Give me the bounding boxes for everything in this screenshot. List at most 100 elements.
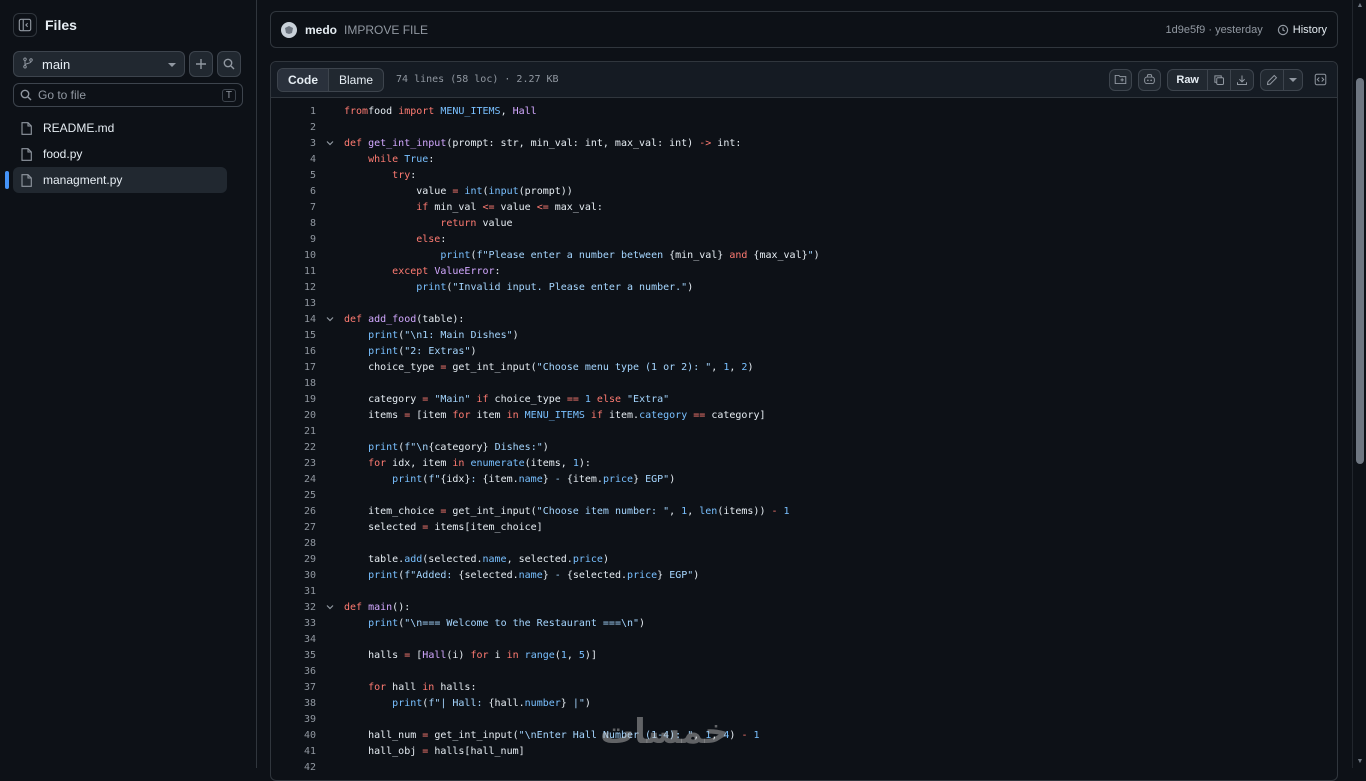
- search-icon: [223, 58, 235, 70]
- line-number[interactable]: 23: [271, 458, 316, 469]
- line-number[interactable]: 24: [271, 474, 316, 485]
- code-line: 24 print(f"{idx}: {item.name} - {item.pr…: [271, 471, 1337, 487]
- fold-chevron-icon[interactable]: [316, 315, 344, 323]
- line-number[interactable]: 31: [271, 586, 316, 597]
- raw-actions-group: Raw: [1167, 68, 1254, 91]
- line-number[interactable]: 38: [271, 698, 316, 709]
- scroll-down-icon[interactable]: ▼: [1356, 758, 1364, 766]
- line-number[interactable]: 29: [271, 554, 316, 565]
- code-token: 1: [777, 505, 790, 517]
- line-number[interactable]: 8: [271, 218, 316, 229]
- line-number[interactable]: 9: [271, 234, 316, 245]
- line-number[interactable]: 21: [271, 426, 316, 437]
- tab-blame[interactable]: Blame: [329, 69, 383, 91]
- code-token: items[item_choice]: [428, 521, 543, 533]
- history-button[interactable]: History: [1277, 24, 1327, 36]
- line-number[interactable]: 28: [271, 538, 316, 549]
- file-tree-item[interactable]: food.py: [13, 141, 227, 167]
- copy-raw-button[interactable]: [1208, 69, 1231, 90]
- fold-chevron-icon[interactable]: [316, 603, 344, 611]
- line-number[interactable]: 25: [271, 490, 316, 501]
- line-number[interactable]: 30: [271, 570, 316, 581]
- file-tree-item[interactable]: managment.py: [5, 167, 227, 193]
- code-token: for: [452, 409, 471, 421]
- avatar[interactable]: [281, 21, 297, 38]
- code-line: 12 print("Invalid input. Please enter a …: [271, 279, 1337, 295]
- download-button[interactable]: [1231, 70, 1253, 90]
- line-number[interactable]: 14: [271, 314, 316, 325]
- line-number[interactable]: 22: [271, 442, 316, 453]
- line-number[interactable]: 11: [271, 266, 316, 277]
- raw-button[interactable]: Raw: [1168, 69, 1208, 90]
- line-number[interactable]: 10: [271, 250, 316, 261]
- line-number[interactable]: 2: [271, 122, 316, 133]
- line-number[interactable]: 40: [271, 730, 316, 741]
- code-line: 37 for hall in halls:: [271, 679, 1337, 695]
- line-number[interactable]: 7: [271, 202, 316, 213]
- line-number[interactable]: 20: [271, 410, 316, 421]
- line-number[interactable]: 13: [271, 298, 316, 309]
- line-number[interactable]: 15: [271, 330, 316, 341]
- code-area: 1 fromfood import MENU_ITEMS, Hall 2 3 def g…: [271, 98, 1337, 775]
- line-number[interactable]: 34: [271, 634, 316, 645]
- line-number[interactable]: 17: [271, 362, 316, 373]
- code-token: item.: [602, 409, 640, 421]
- line-number[interactable]: 6: [271, 186, 316, 197]
- commit-meta[interactable]: 1d9e5f9 · yesterday: [1166, 24, 1263, 36]
- add-file-button[interactable]: [189, 51, 213, 77]
- line-number[interactable]: 32: [271, 602, 316, 613]
- line-number[interactable]: 39: [271, 714, 316, 725]
- code-token: "Invalid input. Please enter a number.": [452, 281, 688, 293]
- line-number[interactable]: 27: [271, 522, 316, 533]
- scrollbar-thumb[interactable]: [1356, 78, 1364, 464]
- line-source: def add_food(table):: [344, 314, 464, 325]
- code-token: ->: [699, 137, 712, 149]
- line-number[interactable]: 5: [271, 170, 316, 181]
- line-number[interactable]: 26: [271, 506, 316, 517]
- tab-code[interactable]: Code: [278, 68, 329, 91]
- code-token: [item: [410, 409, 453, 421]
- commit-message[interactable]: IMPROVE FILE: [344, 23, 428, 37]
- edit-dropdown-button[interactable]: [1284, 70, 1302, 90]
- copilot-button[interactable]: [1138, 68, 1162, 91]
- line-number[interactable]: 42: [271, 762, 316, 773]
- code-token: item_choice: [344, 505, 441, 517]
- scroll-up-icon[interactable]: ▲: [1356, 2, 1364, 10]
- line-number[interactable]: 16: [271, 346, 316, 357]
- line-number[interactable]: 4: [271, 154, 316, 165]
- line-number[interactable]: 41: [271, 746, 316, 757]
- symbols-button[interactable]: [1109, 68, 1133, 91]
- line-number[interactable]: 36: [271, 666, 316, 677]
- code-token: items: [344, 409, 405, 421]
- search-files-button[interactable]: [217, 51, 241, 77]
- code-token: )]: [584, 649, 597, 661]
- code-token: name: [482, 553, 507, 565]
- line-number[interactable]: 18: [271, 378, 316, 389]
- commit-author[interactable]: medo: [305, 23, 337, 37]
- edit-button[interactable]: [1261, 69, 1284, 90]
- code-token: try: [392, 169, 411, 181]
- line-number[interactable]: 37: [271, 682, 316, 693]
- fold-chevron-icon[interactable]: [316, 139, 344, 147]
- line-number[interactable]: 33: [271, 618, 316, 629]
- sidebar-collapse-icon[interactable]: [13, 13, 37, 37]
- page-scrollbar[interactable]: ▲ ▼: [1352, 0, 1366, 768]
- line-number[interactable]: 12: [271, 282, 316, 293]
- go-to-file-input[interactable]: Go to file T: [13, 83, 243, 107]
- edit-actions-group: [1260, 68, 1303, 91]
- symbols-panel-button[interactable]: [1309, 69, 1331, 91]
- code-token: print: [368, 329, 399, 341]
- file-tree-item[interactable]: README.md: [13, 115, 227, 141]
- line-number[interactable]: 3: [271, 138, 316, 149]
- line-number[interactable]: 19: [271, 394, 316, 405]
- branch-selector[interactable]: main: [13, 51, 185, 77]
- code-token: print: [368, 617, 399, 629]
- code-token: {idx}: [440, 473, 471, 485]
- line-number[interactable]: 35: [271, 650, 316, 661]
- line-number[interactable]: 1: [271, 106, 316, 117]
